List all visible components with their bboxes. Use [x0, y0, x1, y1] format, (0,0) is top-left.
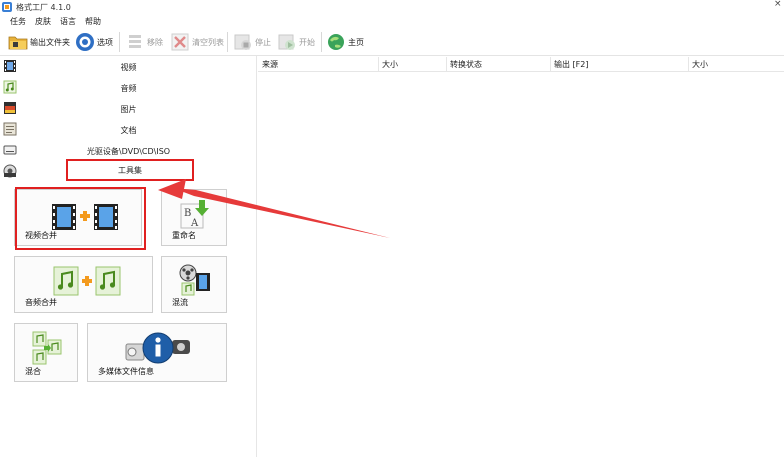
output-folder-button[interactable]: 输出文件夹 [8, 31, 70, 53]
start-label: 开始 [299, 37, 315, 47]
rename-icon: B A [180, 200, 209, 229]
audio-merge-label: 音频合并 [25, 298, 57, 307]
clear-list-button[interactable]: 清空列表 [170, 31, 224, 53]
column-separator [378, 57, 379, 71]
remux-icon [179, 264, 210, 296]
category-disc[interactable]: 光驱设备\DVD\CD\ISO [0, 140, 257, 161]
category-audio[interactable]: 音频 [0, 77, 257, 98]
left-panel: 视频 音频 图片 文档 光驱设备\DVD\CD\ISO 工具集 视频合并 B A… [0, 56, 257, 457]
clear-x-icon [171, 33, 189, 51]
task-list-panel: 来源 大小 转换状态 输出 [F2] 大小 [258, 56, 784, 457]
category-video[interactable]: 视频 [0, 56, 257, 77]
category-image[interactable]: 图片 [0, 98, 257, 119]
home-label: 主页 [348, 37, 364, 47]
video-merge-highlight-frame [15, 187, 146, 250]
options-button[interactable]: 选项 [75, 31, 113, 53]
rename-label: 重命名 [172, 231, 196, 240]
toolbar-separator [119, 32, 120, 52]
category-document[interactable]: 文档 [0, 119, 257, 140]
column-source[interactable]: 来源 [262, 59, 278, 70]
mix-tile[interactable]: 混合 [14, 323, 78, 382]
close-window-button[interactable]: × [774, 0, 784, 10]
window-title: 格式工厂 4.1.0 [16, 3, 71, 12]
category-audio-label: 音频 [120, 84, 137, 93]
column-output-size[interactable]: 大小 [692, 59, 708, 70]
column-output[interactable]: 输出 [F2] [554, 59, 588, 70]
menu-task[interactable]: 任务 [10, 16, 26, 27]
svg-text:A: A [190, 218, 199, 229]
category-document-label: 文档 [120, 126, 137, 135]
start-play-icon [278, 34, 295, 50]
stop-icon [234, 34, 251, 50]
clear-list-label: 清空列表 [192, 37, 224, 47]
media-info-label: 多媒体文件信息 [98, 367, 154, 376]
category-video-label: 视频 [120, 63, 137, 72]
stop-button[interactable]: 停止 [233, 31, 271, 53]
remove-icon [129, 35, 141, 48]
options-label: 选项 [97, 37, 113, 47]
column-status[interactable]: 转换状态 [450, 59, 482, 70]
category-image-label: 图片 [120, 105, 137, 114]
category-toolbox-label: 工具集 [118, 166, 142, 175]
media-info-tile[interactable]: 多媒体文件信息 [87, 323, 227, 382]
start-button[interactable]: 开始 [277, 31, 315, 53]
column-separator [550, 57, 551, 71]
audio-merge-tile[interactable]: 音频合并 [14, 256, 153, 313]
remux-label: 混流 [172, 298, 188, 307]
category-disc-label: 光驱设备\DVD\CD\ISO [86, 147, 171, 156]
toolbar-separator [227, 32, 228, 52]
audio-merge-icon [53, 266, 121, 296]
options-gear-icon [76, 33, 94, 51]
toolbar-separator [321, 32, 322, 52]
mix-label: 混合 [25, 367, 41, 376]
column-separator [446, 57, 447, 71]
home-button[interactable]: 主页 [326, 31, 364, 53]
remux-tile[interactable]: 混流 [161, 256, 227, 313]
output-folder-label: 输出文件夹 [30, 37, 70, 47]
toolbox-icon [3, 164, 17, 178]
menu-bar: 任务 皮肤 语言 帮助 [0, 14, 784, 28]
title-bar: 格式工厂 4.1.0 × [0, 0, 784, 14]
app-logo-icon [2, 2, 12, 12]
home-globe-icon [328, 34, 344, 50]
mix-icon [32, 331, 62, 365]
folder-icon [8, 36, 28, 50]
menu-help[interactable]: 帮助 [85, 16, 101, 27]
menu-skin[interactable]: 皮肤 [35, 16, 51, 27]
toolbar: 输出文件夹 选项 移除 清空列表 停止 开始 主页 [0, 28, 784, 56]
column-size[interactable]: 大小 [382, 59, 398, 70]
column-separator [688, 57, 689, 71]
task-list-header: 来源 大小 转换状态 输出 [F2] 大小 [258, 56, 784, 72]
media-info-icon [125, 332, 190, 364]
rename-tile[interactable]: B A 重命名 [161, 189, 227, 246]
remove-button[interactable]: 移除 [125, 31, 163, 53]
stop-label: 停止 [255, 37, 271, 47]
menu-language[interactable]: 语言 [60, 16, 76, 27]
remove-label: 移除 [147, 37, 163, 47]
